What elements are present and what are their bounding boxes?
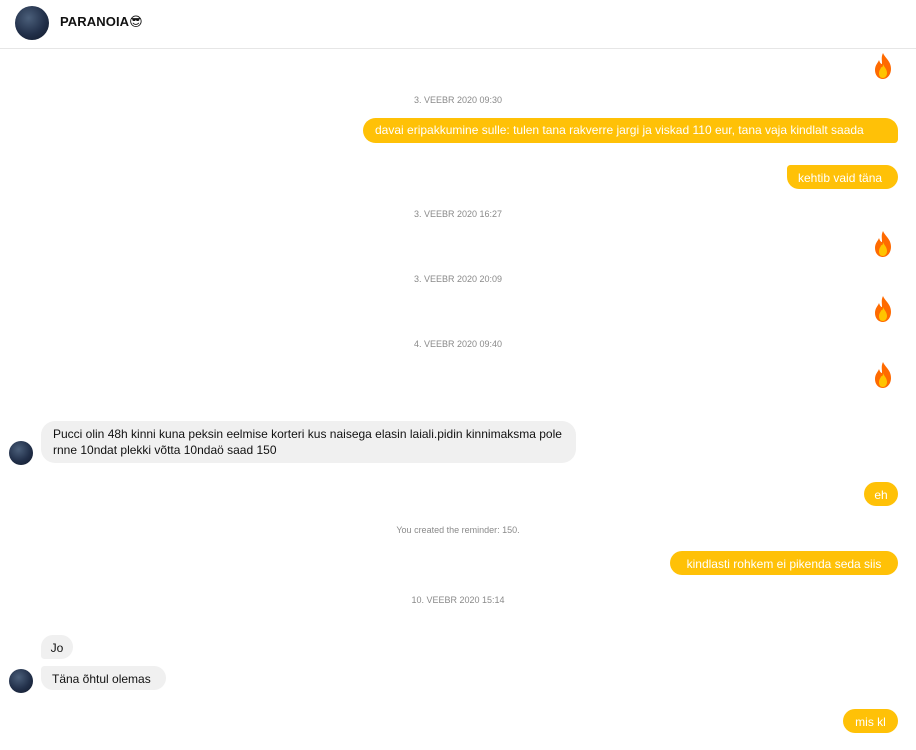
fire-emoji-icon [875,231,891,257]
contact-name[interactable]: PARANOIA😎 [60,14,143,30]
fire-emoji-icon [875,53,891,79]
outgoing-message[interactable]: mis kl [843,709,898,733]
date-separator: 3. VEEBR 2020 09:30 [413,95,503,105]
date-separator: 10. VEEBR 2020 15:14 [411,595,505,605]
incoming-message[interactable]: Pucci olin 48h kinni kuna peksin eelmise… [41,421,576,463]
date-separator: 3. VEEBR 2020 20:09 [413,274,503,284]
contact-avatar[interactable] [15,6,49,40]
outgoing-message[interactable]: kindlasti rohkem ei pikenda seda siis [670,551,898,575]
outgoing-message[interactable]: eh [864,482,898,506]
fire-emoji-icon [875,296,891,322]
contact-avatar-small[interactable] [9,441,33,465]
incoming-message[interactable]: Täna õhtul olemas [41,666,166,690]
fire-emoji-icon [875,362,891,388]
date-separator: 3. VEEBR 2020 16:27 [413,209,503,219]
outgoing-message[interactable]: kehtib vaid täna [787,165,898,189]
chat-header: PARANOIA😎 [0,0,916,49]
contact-avatar-small[interactable] [9,669,33,693]
reminder-notice: You created the reminder: 150. [396,525,520,535]
date-separator: 4. VEEBR 2020 09:40 [413,339,503,349]
outgoing-message[interactable]: davai eripakkumine sulle: tulen tana rak… [363,118,898,143]
incoming-message[interactable]: Jo [41,635,73,659]
